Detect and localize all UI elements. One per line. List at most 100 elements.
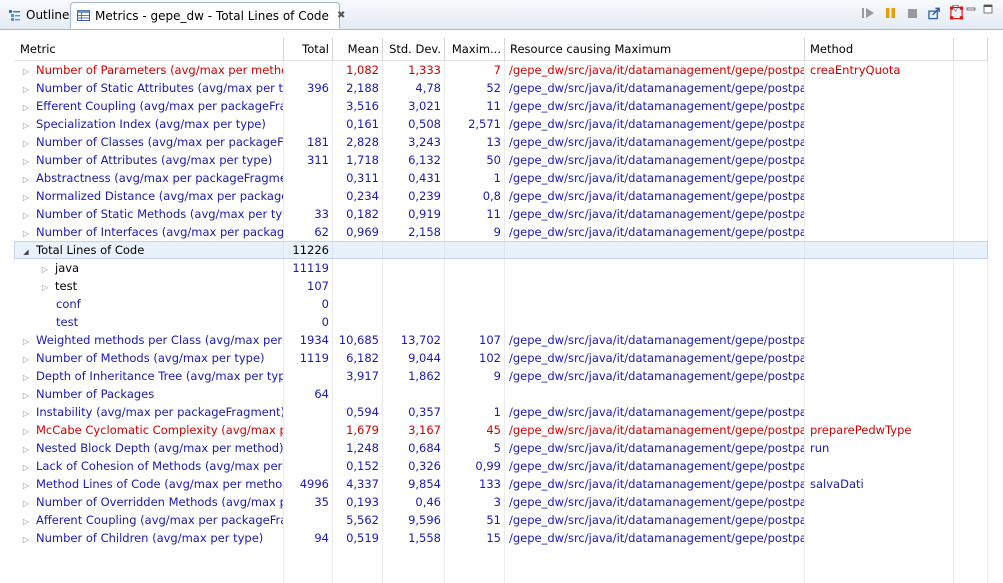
table-row[interactable]: ▷ Number of Static Methods (avg/max per t… [14,205,988,223]
cell-mean: 0,519 [333,529,383,547]
table-row[interactable]: ▷ Number of Attributes (avg/max per type)… [14,151,988,169]
table-row[interactable]: ◢ Total Lines of Code 11226 [14,241,988,259]
column-header-metric[interactable]: Metric [14,38,284,60]
cell-total: 311 [284,151,333,169]
table-body: ▷ Number of Parameters (avg/max per metho… [14,61,988,583]
cell-total: 94 [284,529,333,547]
table-row[interactable]: ▷ test 107 [14,277,988,295]
cell-maximum: 13 [445,133,505,151]
cell-method [805,367,954,385]
table-row[interactable]: ▷ Lack of Cohesion of Methods (avg/max pe… [14,457,988,475]
table-row[interactable]: ▷ Number of Packages 64 [14,385,988,403]
tab-metrics[interactable]: Metrics - gepe_dw - Total Lines of Code … [70,2,345,29]
expand-arrow-icon[interactable]: ▷ [20,531,32,547]
table-row[interactable]: ▷ McCabe Cyclomatic Complexity (avg/max p… [14,421,988,439]
table-row[interactable]: ▷ Number of Parameters (avg/max per metho… [14,61,988,79]
expand-arrow-icon[interactable]: ▷ [20,351,32,367]
column-header-resource[interactable]: Resource causing Maximum [505,38,805,60]
view-menu-icon[interactable]: ▽ [952,4,959,14]
cell-std-dev [383,385,445,403]
table-row[interactable]: ▷ Number of Interfaces (avg/max per packa… [14,223,988,241]
expand-arrow-icon[interactable]: ▷ [20,423,32,439]
expand-arrow-icon[interactable]: ▷ [20,189,32,205]
expand-arrow-icon[interactable]: ▷ [20,153,32,169]
cell-total [284,457,333,475]
empty-cell [805,547,954,565]
empty-cell [805,565,954,583]
table-row[interactable]: ▷ Depth of Inheritance Tree (avg/max per … [14,367,988,385]
cell-maximum [445,385,505,403]
expand-arrow-icon[interactable]: ▷ [20,387,32,403]
expanded-arrow-icon[interactable]: ◢ [20,243,32,259]
expand-arrow-icon[interactable]: ▷ [39,261,51,277]
table-row[interactable]: ▷ Specialization Index (avg/max per type)… [14,115,988,133]
cell-method [805,349,954,367]
cell-std-dev: 2,158 [383,223,445,241]
table-row[interactable]: ▷ Abstractness (avg/max per packageFragme… [14,169,988,187]
cell-total: 33 [284,205,333,223]
cell-resource: /gepe_dw/src/java/it/datamanagement/gepe… [505,169,805,187]
table-row[interactable]: ▷ Nested Block Depth (avg/max per method)… [14,439,988,457]
table-row[interactable]: conf 0 [14,295,988,313]
cell-total: 396 [284,79,333,97]
cell-total [284,439,333,457]
expand-arrow-icon[interactable]: ▷ [20,513,32,529]
cell-total: 11226 [284,241,333,259]
expand-arrow-icon[interactable]: ▷ [20,441,32,457]
expand-arrow-icon[interactable]: ▷ [20,63,32,79]
cell-filler [954,529,988,547]
column-header-maximum[interactable]: Maxim... [445,38,505,60]
expand-arrow-icon[interactable]: ▷ [20,369,32,385]
expand-arrow-icon[interactable]: ▷ [20,333,32,349]
table-row[interactable]: ▷ Normalized Distance (avg/max per packag… [14,187,988,205]
expand-arrow-icon[interactable]: ▷ [20,207,32,223]
table-row[interactable]: ▷ Number of Classes (avg/max per packageF… [14,133,988,151]
pause-icon[interactable] [884,6,897,20]
stop-icon[interactable] [906,6,919,20]
table-row[interactable]: ▷ Number of Overridden Methods (avg/max p… [14,493,988,511]
tab-outline[interactable]: Outline [2,3,69,27]
column-header-total[interactable]: Total [284,38,333,60]
column-header-std-dev[interactable]: Std. Dev. [383,38,445,60]
cell-std-dev: 0,239 [383,187,445,205]
expand-arrow-icon[interactable]: ▷ [20,99,32,115]
table-row[interactable]: test 0 [14,313,988,331]
minimize-icon[interactable] [966,5,976,13]
expand-arrow-icon[interactable]: ▷ [20,495,32,511]
expand-arrow-icon[interactable]: ▷ [20,81,32,97]
expand-arrow-icon[interactable]: ▷ [20,405,32,421]
expand-arrow-icon[interactable]: ▷ [20,459,32,475]
expand-arrow-icon[interactable]: ▷ [20,117,32,133]
metric-label: test [55,279,78,293]
close-icon[interactable]: ✖ [337,10,345,21]
expand-arrow-icon[interactable]: ▷ [20,135,32,151]
table-row[interactable]: ▷ Number of Methods (avg/max per type) 111… [14,349,988,367]
cell-filler [954,367,988,385]
cell-total: 64 [284,385,333,403]
expand-arrow-icon[interactable]: ▷ [20,225,32,241]
expand-arrow-icon[interactable]: ▷ [39,279,51,295]
table-row[interactable]: ▷ Instability (avg/max per packageFragmen… [14,403,988,421]
column-header-method[interactable]: Method [805,38,954,60]
expand-arrow-icon[interactable]: ▷ [20,477,32,493]
maximize-icon[interactable] [983,4,993,14]
play-icon[interactable] [862,6,875,20]
cell-std-dev: 13,702 [383,331,445,349]
cell-maximum: 1 [445,403,505,421]
export-icon[interactable] [928,6,941,20]
column-header-mean[interactable]: Mean [333,38,383,60]
metric-label: Depth of Inheritance Tree (avg/max per t… [36,369,284,383]
table-row[interactable]: ▷ Weighted methods per Class (avg/max per… [14,331,988,349]
empty-cell [333,565,383,583]
cell-filler [954,475,988,493]
table-row[interactable]: ▷ java 11119 [14,259,988,277]
expand-arrow-icon[interactable]: ▷ [20,171,32,187]
table-row[interactable]: ▷ Afferent Coupling (avg/max per packageF… [14,511,988,529]
table-row[interactable]: ▷ Method Lines of Code (avg/max per metho… [14,475,988,493]
cell-std-dev: 0,684 [383,439,445,457]
cell-total: 62 [284,223,333,241]
table-row[interactable]: ▷ Efferent Coupling (avg/max per packageF… [14,97,988,115]
table-row[interactable]: ▷ Number of Static Attributes (avg/max pe… [14,79,988,97]
table-row[interactable]: ▷ Number of Children (avg/max per type) 94… [14,529,988,547]
cell-mean: 6,182 [333,349,383,367]
